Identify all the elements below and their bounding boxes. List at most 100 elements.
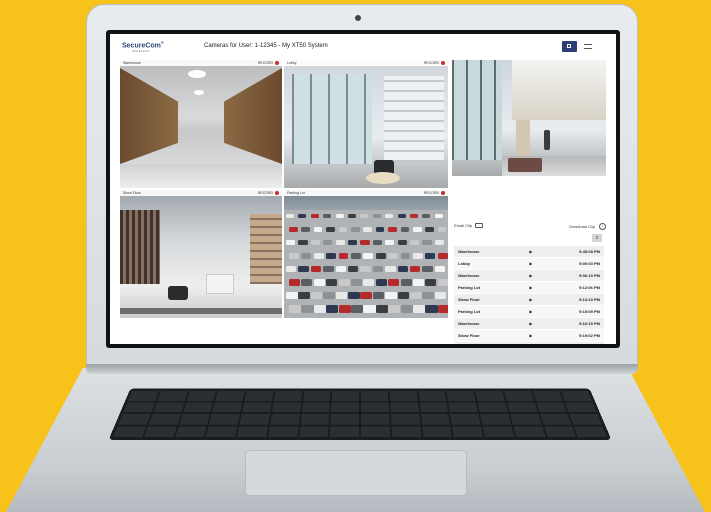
car [413, 227, 422, 232]
car [310, 266, 322, 272]
keyboard-key [239, 413, 270, 425]
event-location: Warehouse [458, 249, 480, 254]
email-clip-label: Email Clip [454, 223, 473, 228]
car [360, 292, 372, 299]
keyboard-key [242, 402, 272, 413]
download-clip-button[interactable]: Download Clip ↓ [569, 223, 606, 230]
event-row[interactable]: Warehouse ▶ 9:06:10 PM [454, 270, 604, 282]
car [286, 240, 296, 245]
keyboard [108, 388, 612, 440]
email-clip-button[interactable]: Email Clip [454, 223, 484, 228]
car [351, 279, 362, 286]
car [360, 240, 370, 245]
event-location: Warehouse [458, 321, 480, 326]
camera-tile-warehouse[interactable]: Warehouse RECORD [120, 60, 282, 188]
keyboard-key [236, 426, 268, 437]
play-icon[interactable]: ▶ [515, 297, 547, 302]
car [413, 253, 423, 259]
camera-title-bar: Warehouse RECORD [120, 60, 282, 66]
car [437, 253, 448, 259]
keyboard-key [532, 390, 563, 401]
event-row[interactable]: Parking Lot ▶ 9:12:06 PM [454, 282, 604, 294]
play-icon[interactable]: ▶ [515, 273, 547, 278]
car [313, 227, 323, 232]
grid-view-button[interactable] [562, 41, 577, 52]
car [323, 240, 333, 245]
event-row[interactable]: Warehouse ▶ 9:16:15 PM [454, 318, 604, 330]
event-location: Show Floor [458, 333, 480, 338]
keyboard-key [300, 413, 330, 425]
car [410, 266, 421, 272]
close-button[interactable]: x [592, 234, 602, 242]
keyboard-key [569, 413, 602, 425]
keyboard-key [209, 413, 240, 425]
car [310, 292, 323, 299]
event-row[interactable]: Lobby ▶ 9:00:03 PM [454, 258, 604, 270]
car [388, 227, 397, 232]
camera-tile-show-floor[interactable]: Show Floor RECORD [120, 190, 282, 318]
event-row[interactable]: Warehouse ▶ 9:45:08 PM [454, 246, 604, 258]
play-icon[interactable]: ▶ [515, 261, 547, 266]
play-icon[interactable]: ▶ [515, 309, 547, 314]
camera-status: RECORD [257, 191, 273, 195]
keyboard-key [482, 426, 515, 437]
car [437, 305, 448, 313]
download-icon: ↓ [599, 223, 606, 230]
play-icon[interactable]: ▶ [515, 333, 547, 338]
car [425, 253, 436, 259]
keyboard-key [302, 390, 331, 401]
car [301, 227, 310, 232]
car [348, 240, 358, 245]
car [313, 253, 324, 259]
car [422, 240, 432, 245]
car [422, 214, 431, 218]
event-row[interactable]: Parking Lot▶9:20:28 PM [454, 342, 604, 344]
car [397, 292, 410, 299]
car [335, 266, 346, 272]
keyboard-key [143, 426, 177, 437]
keyboard-key [271, 402, 301, 413]
car [335, 292, 348, 299]
car [388, 305, 401, 313]
car [286, 292, 298, 299]
car [397, 214, 406, 218]
car [385, 214, 394, 218]
camera-tile-lobby-wide[interactable] [452, 60, 606, 176]
car [286, 266, 297, 272]
keyboard-key [330, 413, 359, 425]
car [326, 279, 338, 286]
keyboard-key [186, 390, 217, 401]
car [410, 292, 422, 299]
car [425, 305, 438, 313]
laptop-mockup: SecureCom® WIRELESS Cameras for User: 1-… [0, 0, 711, 512]
keyboard-key [360, 402, 389, 413]
keyboard-key [513, 426, 546, 437]
car [375, 253, 386, 259]
car [348, 266, 359, 272]
keyboard-key [268, 426, 299, 437]
event-row[interactable]: Show Floor ▶ 9:13:10 PM [454, 294, 604, 306]
play-icon[interactable]: ▶ [515, 321, 547, 326]
keyboard-key [503, 390, 534, 401]
keyboard-key [419, 402, 449, 413]
event-time: 9:15:09 PM [579, 309, 600, 314]
keyboard-key [561, 390, 592, 401]
camera-tile-parking-lot[interactable]: Parking Lot RECORD [284, 190, 448, 318]
car [326, 253, 336, 259]
menu-icon[interactable] [584, 44, 592, 49]
car [326, 227, 335, 232]
event-row[interactable]: Show Floor ▶ 9:19:02 PM [454, 330, 604, 342]
car [338, 253, 349, 259]
car [313, 279, 325, 286]
car [422, 292, 434, 299]
trackpad [245, 450, 467, 496]
keyboard-key [539, 413, 572, 425]
keyboard-key [391, 426, 421, 437]
event-row[interactable]: Parking Lot ▶ 9:15:09 PM [454, 306, 604, 318]
camera-tile-lobby[interactable]: Lobby RECORD [284, 60, 448, 188]
play-icon[interactable]: ▶ [515, 249, 547, 254]
play-icon[interactable]: ▶ [515, 285, 547, 290]
keyboard-key [112, 426, 146, 437]
car [397, 266, 408, 272]
car [289, 305, 302, 313]
